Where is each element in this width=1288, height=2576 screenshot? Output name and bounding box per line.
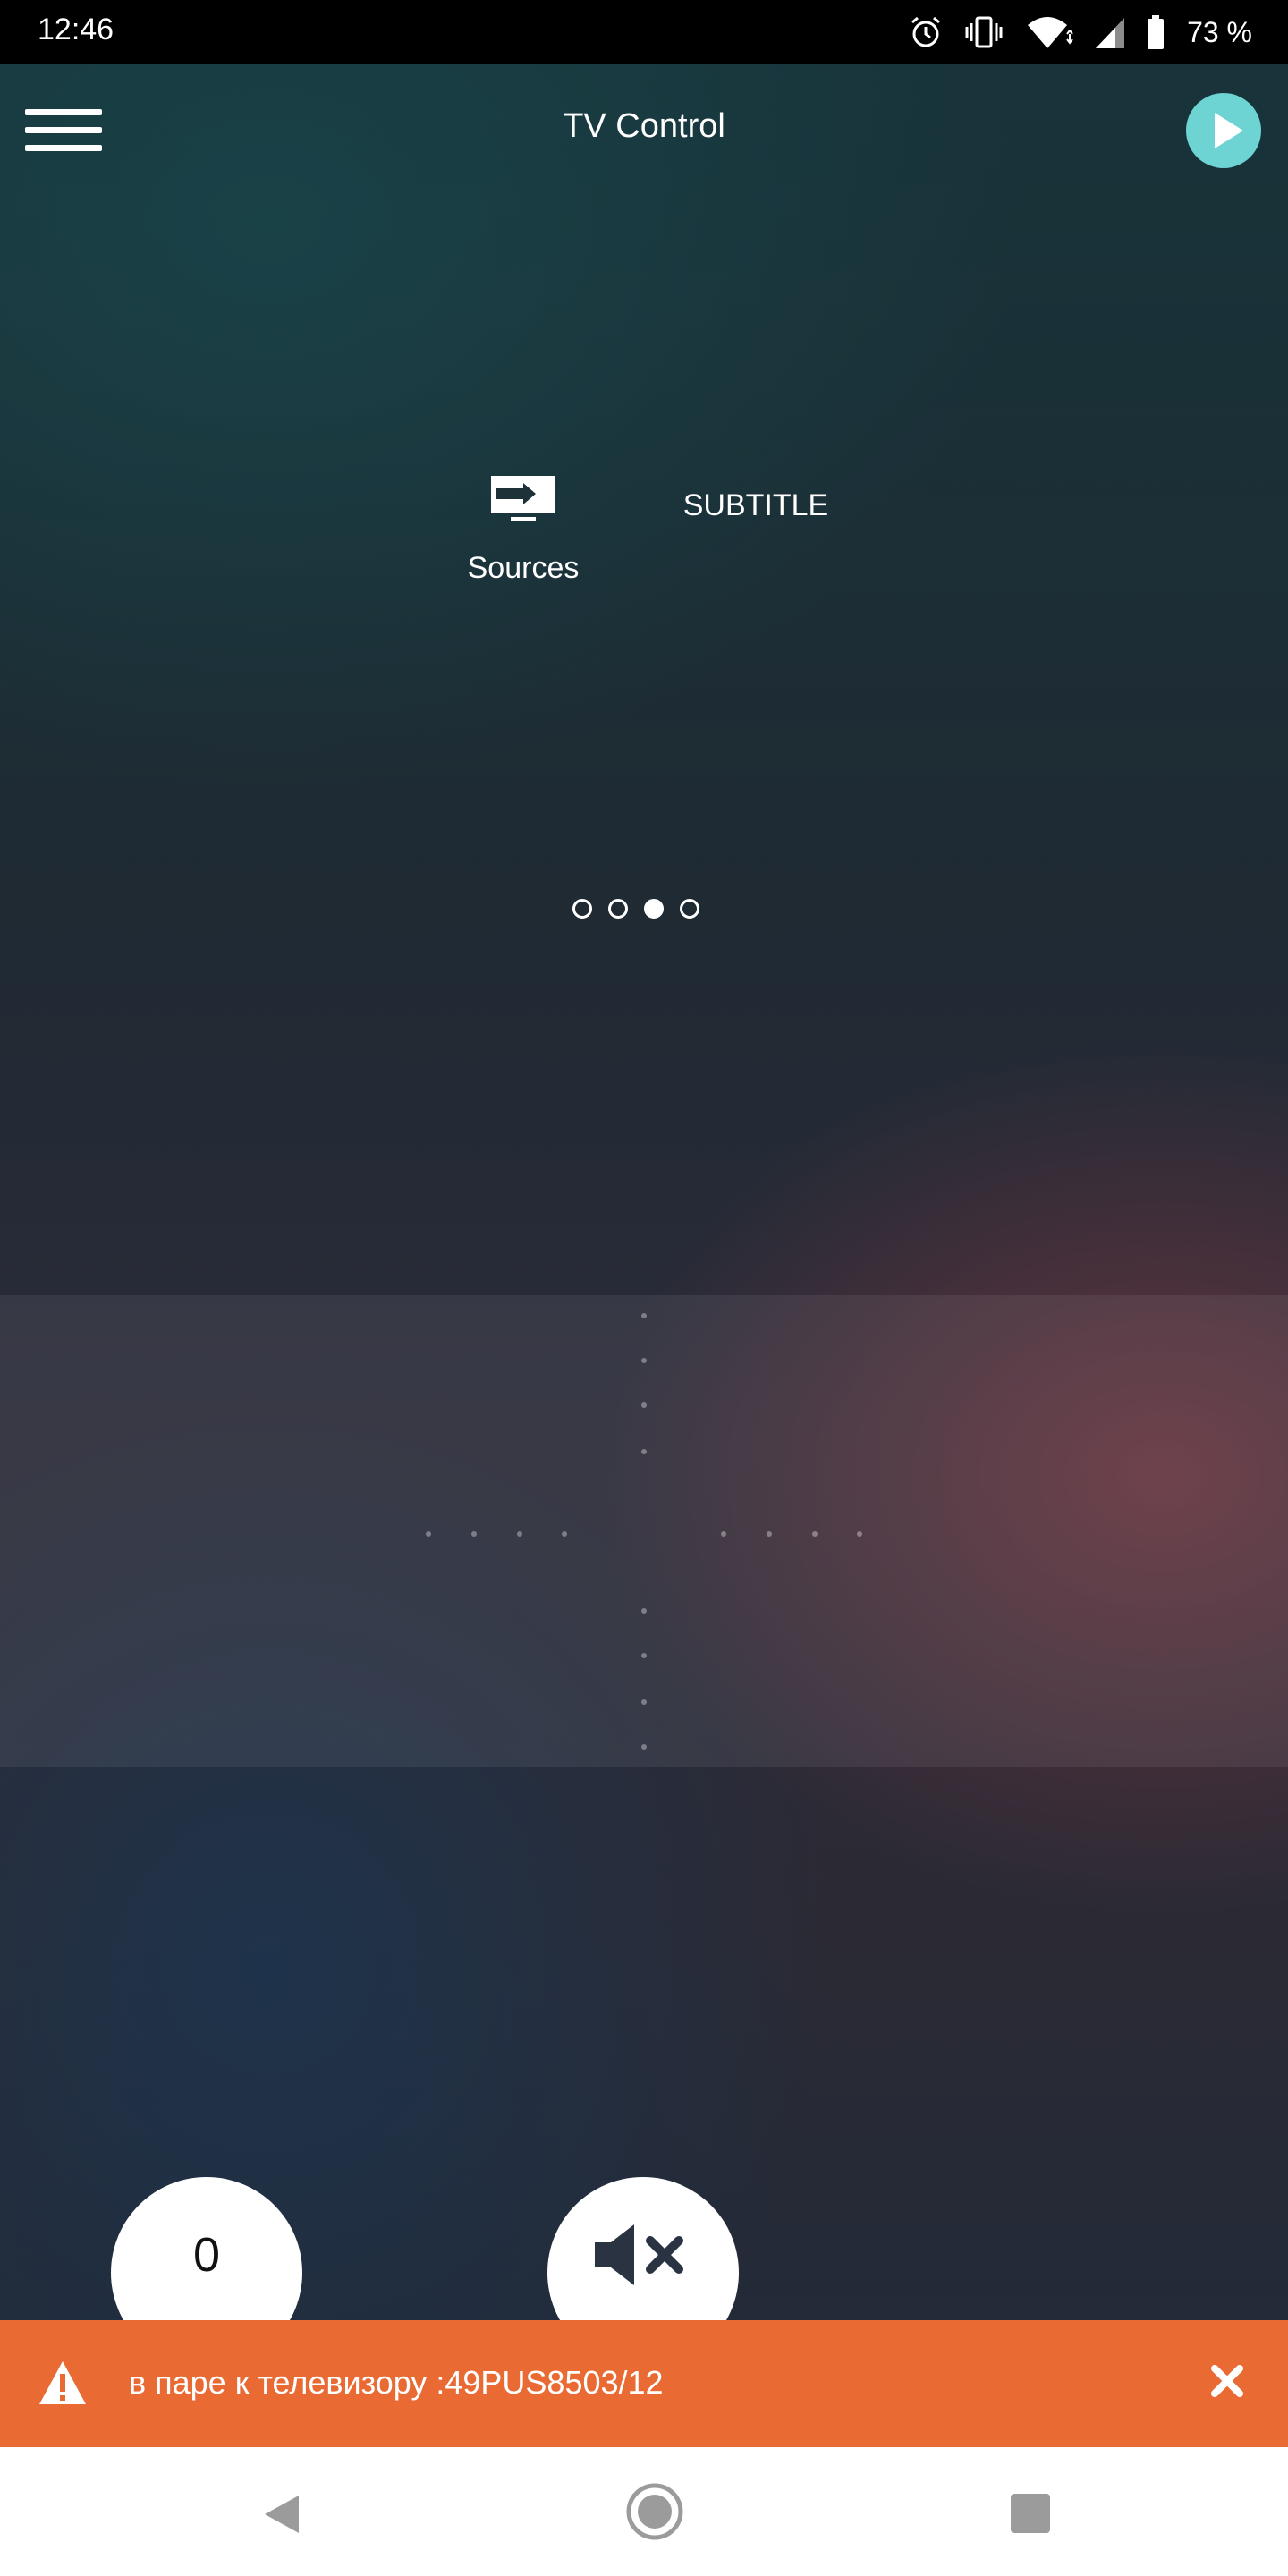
page-dot[interactable] (608, 899, 628, 919)
battery-percent: 73 % (1187, 15, 1252, 48)
digit-zero-label: 0 (192, 2228, 221, 2282)
tv-input-source-icon (491, 476, 555, 521)
sources-label: Sources (467, 551, 580, 585)
page-dot[interactable] (572, 899, 592, 919)
touchpad-guide-dot (562, 1531, 567, 1537)
system-nav-bar (0, 2447, 1288, 2576)
status-icons: 73 % (908, 9, 1252, 55)
wifi-icon (1028, 17, 1073, 48)
vibrate-icon (965, 16, 1003, 48)
battery-icon (1148, 15, 1165, 49)
snackbar-message: в паре к телевизору :49PUS8503/12 (129, 2364, 664, 2401)
touchpad-guide-dot (517, 1531, 522, 1537)
touchpad[interactable] (0, 1295, 1288, 1767)
play-icon[interactable] (1186, 93, 1261, 168)
touchpad-guide-dot (641, 1402, 647, 1408)
warning-icon (39, 2361, 86, 2404)
touchpad-guide-dot (767, 1531, 772, 1537)
app-title: TV Control (563, 107, 725, 145)
touchpad-guide-dot (812, 1531, 818, 1537)
app-bar: TV Control (0, 64, 1288, 190)
recent-apps-icon[interactable] (1011, 2494, 1050, 2533)
status-time: 12:46 (38, 13, 114, 47)
touchpad-guide-dot (641, 1608, 647, 1614)
back-icon[interactable] (259, 2492, 304, 2537)
mute-icon (595, 2224, 683, 2285)
subtitle-button[interactable]: SUBTITLE (662, 483, 850, 537)
home-icon[interactable] (626, 2483, 683, 2540)
signal-icon (1096, 18, 1125, 48)
status-bar: 12:46 73 % (0, 0, 1288, 64)
touchpad-guide-dot (641, 1358, 647, 1363)
close-icon[interactable] (1204, 2358, 1250, 2404)
touchpad-guide-dot (641, 1744, 647, 1750)
touchpad-guide-dot (426, 1531, 431, 1537)
page-dot[interactable] (680, 899, 699, 919)
touchpad-guide-dot (471, 1531, 477, 1537)
sources-button[interactable]: Sources (447, 474, 599, 599)
touchpad-guide-dot (641, 1313, 647, 1318)
page-indicator (572, 893, 699, 925)
touchpad-guide-dot (641, 1449, 647, 1454)
touchpad-guide-dot (641, 1699, 647, 1705)
touchpad-guide-dot (641, 1653, 647, 1658)
page-dot-active[interactable] (644, 899, 664, 919)
pairing-snackbar: в паре к телевизору :49PUS8503/12 (0, 2320, 1288, 2447)
touchpad-guide-dot (721, 1531, 726, 1537)
touchpad-guide-dot (857, 1531, 862, 1537)
alarm-icon (911, 16, 941, 47)
